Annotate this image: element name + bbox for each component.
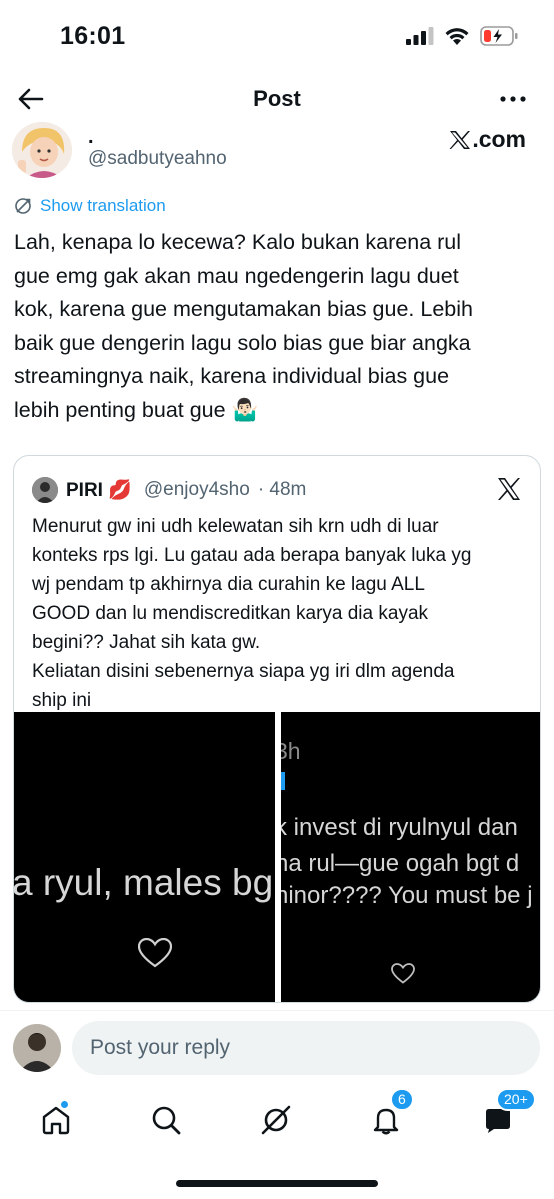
tab-notifications[interactable]: 6 <box>360 1088 414 1146</box>
more-options-button[interactable] <box>496 84 530 114</box>
media-right-line: k invest di ryulnyul dan <box>281 814 518 841</box>
user-avatar-icon <box>13 1024 61 1072</box>
media-left-text: a ryul, males bg <box>14 862 274 903</box>
heart-icon <box>138 938 172 968</box>
quoted-avatar[interactable] <box>32 477 58 503</box>
tab-home[interactable] <box>30 1094 82 1146</box>
tab-grok[interactable] <box>250 1094 302 1146</box>
home-icon <box>42 1106 70 1135</box>
search-icon <box>152 1106 181 1135</box>
battery-low-icon <box>480 26 518 51</box>
post-line: Lah, kenapa lo kecewa? Kalo bukan karena… <box>14 230 462 254</box>
notifications-badge: 6 <box>390 1088 414 1111</box>
post-body: Lah, kenapa lo kecewa? Kalo bukan karena… <box>14 226 544 427</box>
quoted-media: a ryul, males bg 3h k invest di ryulnyul… <box>14 712 540 1002</box>
quoted-author-name[interactable]: PIRI 💋 <box>66 478 132 502</box>
user-avatar[interactable] <box>13 1024 61 1072</box>
quoted-line: Menurut gw ini udh kelewatan sih krn udh… <box>32 516 439 537</box>
more-dots-icon <box>500 96 526 102</box>
tab-search[interactable] <box>140 1094 192 1146</box>
media-image-left[interactable]: a ryul, males bg <box>14 712 275 1002</box>
quoted-timestamp: · 48m <box>257 479 307 500</box>
x-logo-icon <box>449 130 471 149</box>
translate-icon <box>15 198 31 214</box>
quoted-line: ship ini <box>32 690 92 711</box>
status-icons <box>406 26 518 51</box>
media-right-accent <box>281 772 285 790</box>
quoted-line: wj pendam tp akhirnya dia curahin ke lag… <box>32 574 425 595</box>
quoted-avatar-icon <box>32 477 58 503</box>
author-name[interactable]: . <box>88 126 94 149</box>
quoted-line: GOOD dan lu mendiscreditkan karya dia ka… <box>32 603 429 624</box>
post-line: gue emg gak akan mau ngedengerin lagu du… <box>14 263 459 288</box>
home-indicator <box>176 1180 378 1187</box>
media-image-right[interactable]: 3h k invest di ryulnyul dan na rul—gue o… <box>281 712 540 1002</box>
status-bar: 16:01 <box>0 0 554 72</box>
quoted-line: begini?? Jahat sih kata gw. <box>32 632 261 653</box>
post-line: lebih penting buat gue 🤷🏻‍♂️ <box>14 397 259 422</box>
grok-icon <box>261 1105 291 1135</box>
reply-input[interactable] <box>72 1021 540 1075</box>
post-line: baik gue dengerin lagu solo bias gue bia… <box>14 330 471 355</box>
messages-badge: 20+ <box>496 1088 536 1111</box>
quoted-post-body: Menurut gw ini udh kelewatan sih krn udh… <box>32 512 532 715</box>
post-line: streamingnya naik, karena individual bia… <box>14 364 450 388</box>
status-time: 16:01 <box>60 22 126 50</box>
watermark-text: .com <box>472 126 526 152</box>
translate-label: Show translation <box>40 196 166 215</box>
reply-composer <box>0 1010 554 1086</box>
wifi-icon <box>444 27 470 51</box>
media-right-line: ninor???? You must be j <box>281 882 533 909</box>
avatar[interactable] <box>12 122 72 178</box>
author-handle[interactable]: @sadbutyeahno <box>88 148 227 170</box>
quoted-line: konteks rps lgi. Lu gatau ada berapa ban… <box>32 545 472 566</box>
avatar-cartoon-icon <box>12 122 72 178</box>
heart-icon <box>391 963 415 984</box>
page-title: Post <box>253 86 301 111</box>
watermark: .com <box>449 126 526 153</box>
media-right-top: 3h <box>281 738 301 764</box>
show-translation-link[interactable]: Show translation <box>14 196 166 216</box>
tab-messages[interactable]: 20+ <box>472 1088 536 1146</box>
post-author: . @sadbutyeahno .com <box>0 122 554 188</box>
x-logo-icon <box>496 476 522 502</box>
bottom-tab-bar: 6 20+ <box>0 1086 554 1156</box>
quoted-post-header: PIRI 💋 @enjoy4sho · 48m <box>32 476 306 504</box>
quoted-line: Keliatan disini sebenernya siapa yg iri … <box>32 661 455 682</box>
quoted-author-handle[interactable]: @enjoy4sho <box>144 479 250 501</box>
quoted-post[interactable]: PIRI 💋 @enjoy4sho · 48m Menurut gw ini u… <box>13 455 541 1003</box>
post-line: kok, karena gue mengutamakan bias gue. L… <box>14 297 473 321</box>
home-notification-dot <box>60 1100 69 1109</box>
nav-bar: Post <box>0 72 554 126</box>
media-right-line: na rul—gue ogah bgt d <box>281 850 520 877</box>
cellular-signal-icon <box>406 27 434 50</box>
